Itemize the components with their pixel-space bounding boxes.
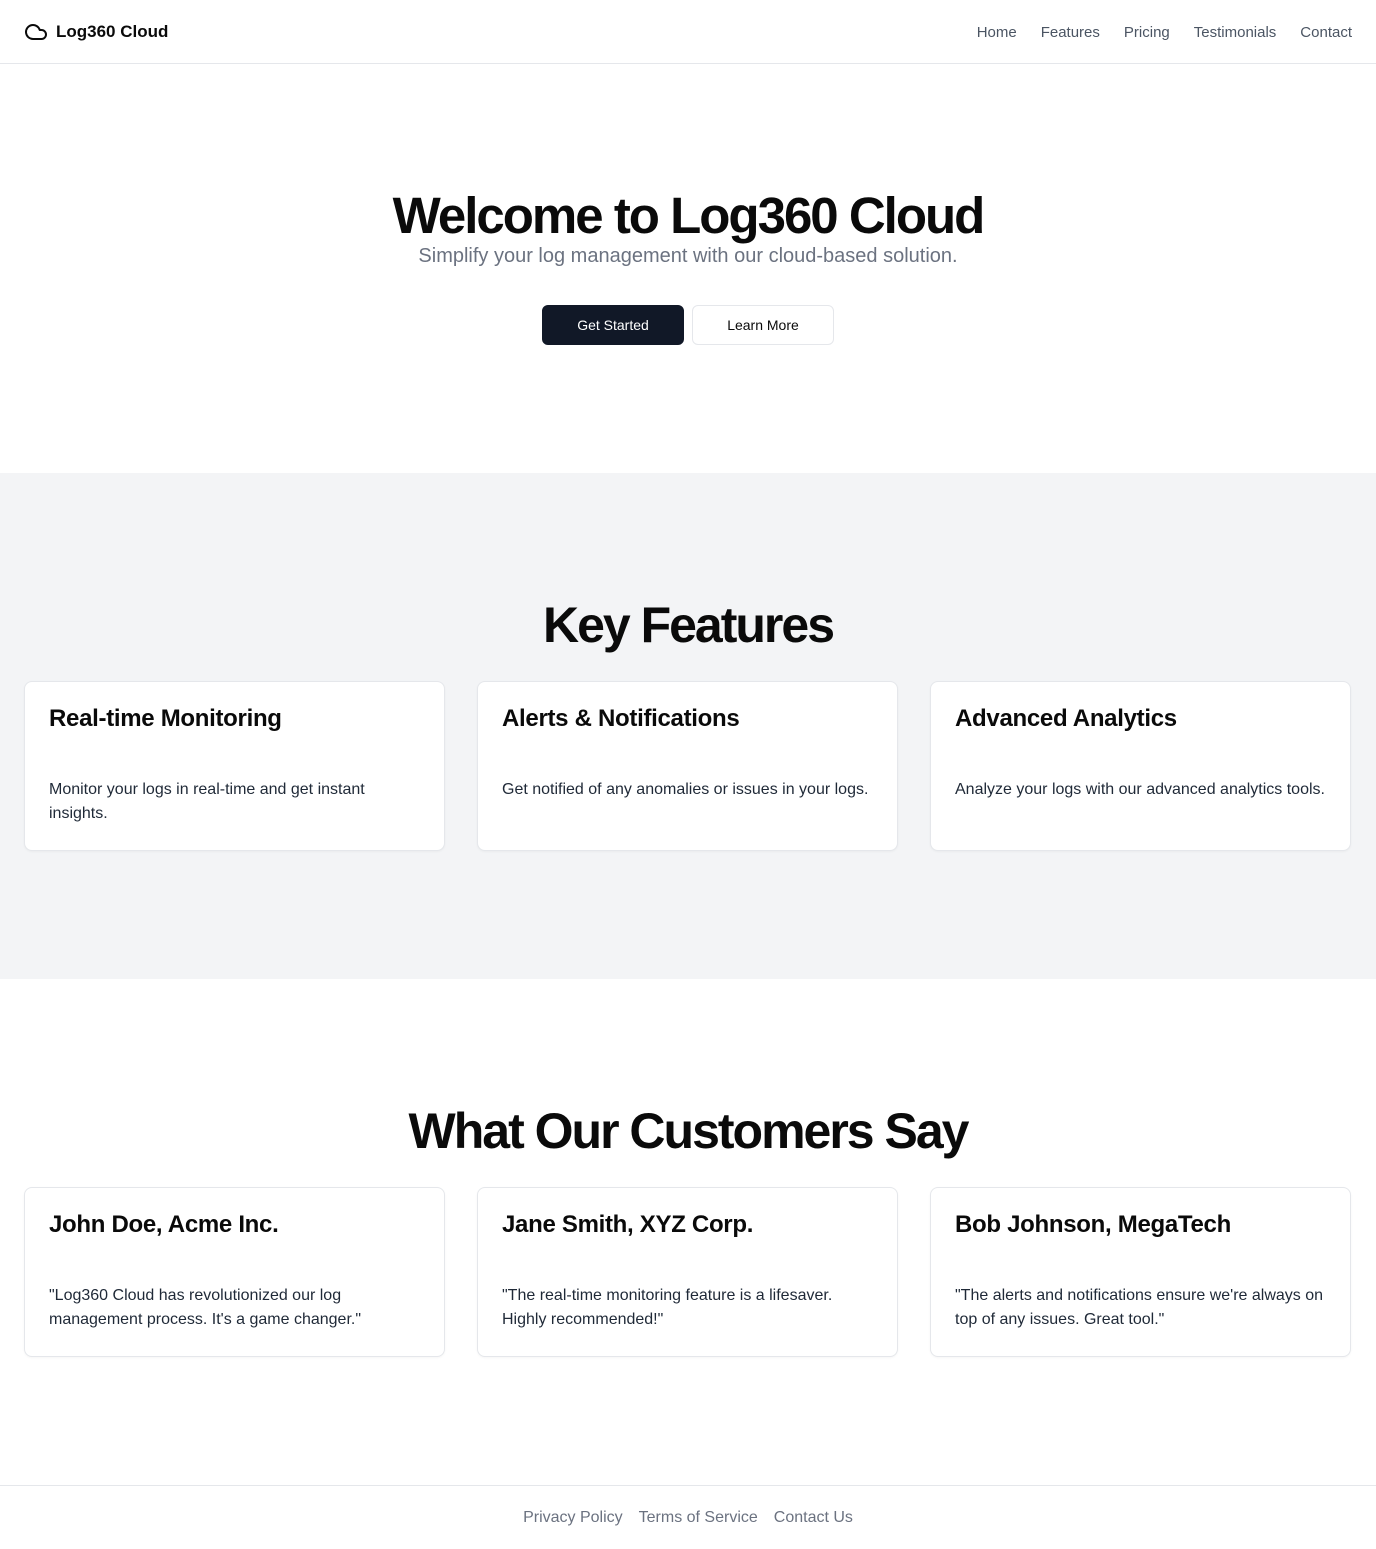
feature-card: Advanced Analytics Analyze your logs wit… — [930, 681, 1351, 851]
testimonial-quote: "Log360 Cloud has revolutionized our log… — [49, 1287, 362, 1328]
main-nav: Home Features Pricing Testimonials Conta… — [977, 20, 1352, 44]
site-footer: Privacy Policy Terms of Service Contact … — [0, 1485, 1376, 1549]
testimonial-author: Jane Smith, XYZ Corp. — [502, 1211, 754, 1238]
feature-card-title: Advanced Analytics — [955, 705, 1177, 732]
hero-subtitle: Simplify your log management with our cl… — [418, 245, 958, 267]
features-title: Key Features — [542, 597, 835, 653]
site-header: Log360 Cloud Home Features Pricing Testi… — [0, 0, 1376, 64]
testimonial-card: Jane Smith, XYZ Corp. "The real-time mon… — [477, 1187, 898, 1357]
feature-card-text: Analyze your logs with our advanced anal… — [955, 781, 1325, 798]
brand-name: Log360 Cloud — [56, 22, 169, 41]
testimonials-title: What Our Customers Say — [408, 1103, 970, 1159]
get-started-button[interactable]: Get Started — [542, 305, 684, 345]
testimonial-quote: "The alerts and notifications ensure we'… — [955, 1287, 1324, 1328]
features-section: Key Features Real-time Monitoring Monito… — [0, 473, 1376, 979]
nav-link-pricing[interactable]: Pricing — [1124, 24, 1170, 41]
feature-card-text: Monitor your logs in real-time and get i… — [49, 781, 365, 822]
testimonials-section: What Our Customers Say John Doe, Acme In… — [0, 979, 1376, 1485]
nav-link-contact[interactable]: Contact — [1300, 24, 1352, 41]
footer-link-terms-of-service[interactable]: Terms of Service — [639, 1509, 758, 1527]
testimonials-grid: John Doe, Acme Inc. "Log360 Cloud has re… — [24, 1187, 1352, 1357]
feature-card: Alerts & Notifications Get notified of a… — [477, 681, 898, 851]
footer-link-contact-us[interactable]: Contact Us — [774, 1509, 853, 1527]
hero-title: Welcome to Log360 Cloud — [392, 187, 986, 244]
nav-link-home[interactable]: Home — [977, 24, 1017, 41]
cloud-icon — [24, 20, 48, 44]
testimonial-card: John Doe, Acme Inc. "Log360 Cloud has re… — [24, 1187, 445, 1357]
footer-link-privacy-policy[interactable]: Privacy Policy — [523, 1509, 623, 1527]
testimonial-card: Bob Johnson, MegaTech "The alerts and no… — [930, 1187, 1351, 1357]
nav-link-testimonials[interactable]: Testimonials — [1194, 24, 1277, 41]
feature-card-text: Get notified of any anomalies or issues … — [502, 781, 869, 798]
feature-card-title: Alerts & Notifications — [502, 705, 740, 732]
testimonial-quote: "The real-time monitoring feature is a l… — [502, 1287, 833, 1328]
testimonial-author: Bob Johnson, MegaTech — [955, 1211, 1231, 1238]
testimonial-author: John Doe, Acme Inc. — [49, 1211, 279, 1238]
brand[interactable]: Log360 Cloud — [24, 20, 168, 44]
hero-section: Welcome to Log360 Cloud Simplify your lo… — [0, 64, 1376, 473]
hero-buttons: Get Started Learn More — [0, 305, 1376, 345]
feature-card-title: Real-time Monitoring — [49, 705, 282, 732]
feature-card: Real-time Monitoring Monitor your logs i… — [24, 681, 445, 851]
nav-link-features[interactable]: Features — [1041, 24, 1100, 41]
features-grid: Real-time Monitoring Monitor your logs i… — [24, 681, 1352, 851]
learn-more-button[interactable]: Learn More — [692, 305, 834, 345]
